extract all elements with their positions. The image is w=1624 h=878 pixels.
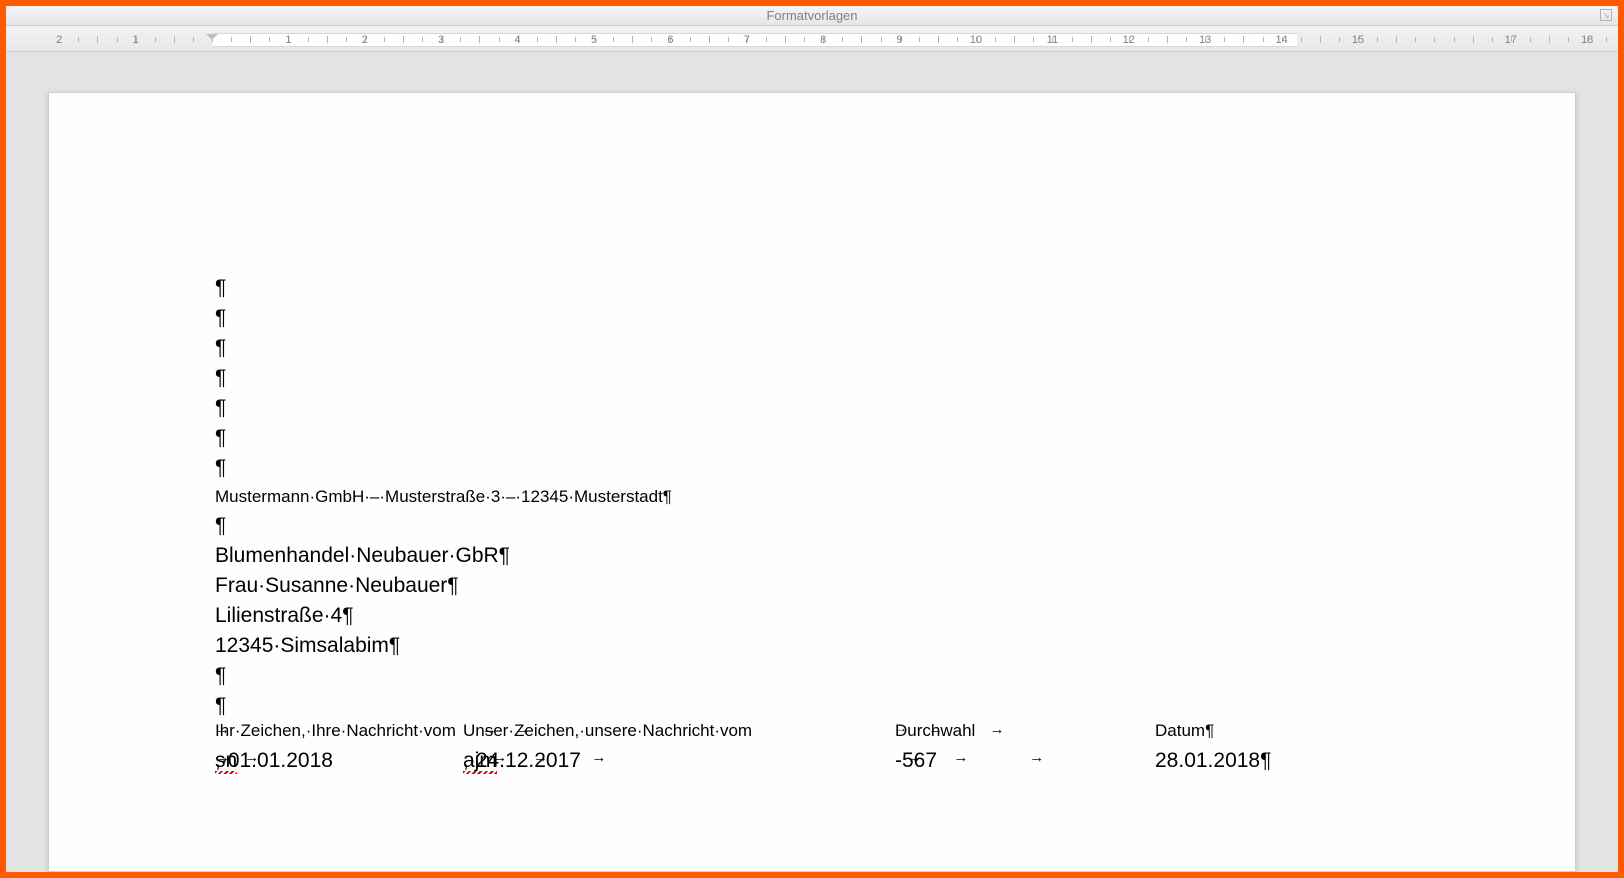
ruler-number: 15 [1352, 33, 1364, 47]
empty-paragraph: ¶ [215, 511, 1515, 541]
empty-paragraph: ¶ [215, 453, 1515, 483]
ref-col2-value: ajm,·24.12.2017 → → → [463, 749, 591, 773]
tab-arrow-icon: → [907, 749, 922, 766]
empty-paragraph: ¶ [215, 661, 1515, 691]
tab-arrow-icon: → [1029, 749, 1044, 766]
empty-paragraph: ¶ [215, 691, 1515, 721]
document-body[interactable]: ¶ ¶ ¶ ¶ ¶ ¶ ¶ Mustermann·GmbH·–·Musterst… [215, 273, 1515, 781]
empty-paragraph: ¶ [215, 423, 1515, 453]
ruler-number: 18 [1581, 33, 1593, 47]
tab-arrow-icon: → [989, 721, 1004, 738]
tab-arrow-icon: → [215, 721, 230, 738]
ruler-number: 12 [1123, 33, 1135, 47]
ref-col1-value: sn,·01.01.2018→ → [215, 749, 244, 773]
ruler-number: 11 [1047, 33, 1058, 47]
ruler-number: 4 [515, 33, 521, 47]
empty-paragraph: ¶ [215, 273, 1515, 303]
empty-paragraph: ¶ [215, 333, 1515, 363]
ruler-number: 14 [1275, 33, 1287, 47]
ref-col4-header: Datum¶ [1155, 721, 1214, 741]
tab-arrow-icon: → [515, 721, 530, 738]
ruler-number: 9 [897, 33, 903, 47]
ruler-number: 2 [56, 33, 62, 47]
tab-arrow-icon: → [492, 749, 507, 766]
tab-arrow-icon: → [244, 749, 259, 766]
empty-paragraph: ¶ [215, 363, 1515, 393]
tab-arrow-icon: → [928, 721, 943, 738]
ruler-number: 10 [970, 33, 982, 47]
ruler-number: 5 [591, 33, 597, 47]
tab-arrow-icon: → [215, 749, 230, 766]
tab-arrow-icon: → [591, 749, 606, 766]
ruler-track: 211234567891011121314151718 [6, 33, 1618, 47]
ruler-number: 7 [744, 33, 750, 47]
empty-paragraph: ¶ [215, 303, 1515, 333]
document-page[interactable]: ¶ ¶ ¶ ¶ ¶ ¶ ¶ Mustermann·GmbH·–·Musterst… [48, 92, 1576, 872]
styles-panel-title: Formatvorlagen [766, 8, 857, 23]
tab-arrow-icon: → [953, 749, 968, 766]
workspace: ¶ ¶ ¶ ¶ ¶ ¶ ¶ Mustermann·GmbH·–·Musterst… [6, 52, 1618, 872]
ref-col2-header: Unser·Zeichen,·unsere·Nachricht·vom → → [463, 721, 515, 741]
ruler-number: 6 [667, 33, 673, 47]
styles-panel-header: Formatvorlagen ↘ [6, 6, 1618, 26]
ruler-number: 8 [820, 33, 826, 47]
recipient-name: Blumenhandel·Neubauer·GbR¶ [215, 541, 1515, 571]
ruler-number: 3 [438, 33, 444, 47]
ruler-number: 2 [362, 33, 368, 47]
sender-line: Mustermann·GmbH·–·Musterstraße·3·–·12345… [215, 483, 1515, 511]
empty-paragraph: ¶ [215, 393, 1515, 423]
recipient-street: Lilienstraße·4¶ [215, 601, 1515, 631]
dialog-launcher-icon[interactable]: ↘ [1600, 9, 1612, 21]
app-window: Formatvorlagen ↘ 21123456789101112131415… [6, 6, 1618, 872]
ref-col3-header: Durchwahl→ → → [895, 721, 989, 741]
first-line-indent-marker[interactable] [206, 34, 218, 40]
ruler-number: 17 [1505, 33, 1517, 47]
reference-block: Ihr·Zeichen,·Ihre·Nachricht·vom → sn,·01… [215, 721, 1515, 781]
ruler-number: 1 [133, 33, 139, 47]
ruler-number: 13 [1199, 33, 1211, 47]
horizontal-ruler[interactable]: 211234567891011121314151718 [6, 26, 1618, 52]
ruler-number: 1 [285, 33, 291, 47]
ref-col4-value: 28.01.2018¶ [1155, 749, 1271, 773]
ref-col3-value: -567 → → → [895, 749, 1029, 773]
recipient-person: Frau·Susanne·Neubauer¶ [215, 571, 1515, 601]
tab-arrow-icon: → [533, 749, 548, 766]
tab-arrow-icon: → [482, 721, 497, 738]
recipient-city: 12345·Simsalabim¶ [215, 631, 1515, 661]
